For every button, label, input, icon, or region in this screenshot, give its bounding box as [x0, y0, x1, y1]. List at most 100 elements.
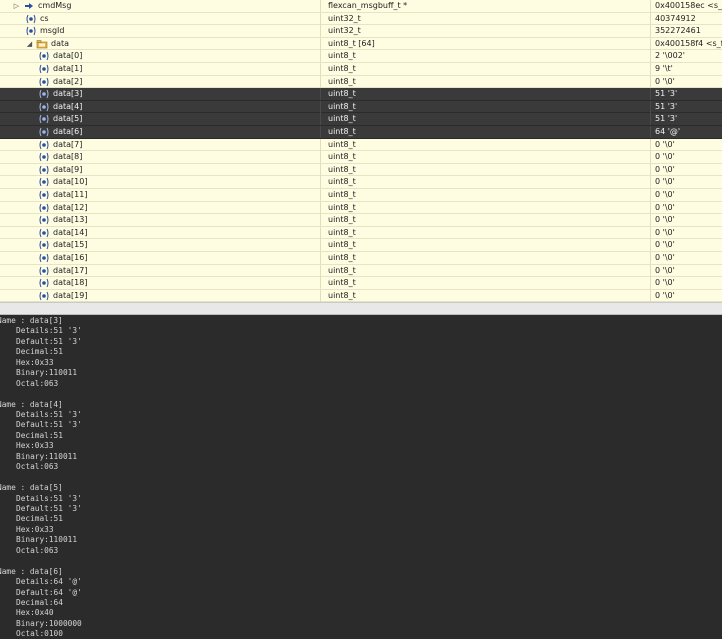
value-cell[interactable]: 51 '3': [650, 88, 722, 101]
name-group: data[10]: [38, 176, 87, 188]
variable-row[interactable]: data[18] uint8_t 0 '\0': [0, 277, 722, 290]
detail-line: Hex:0x40: [16, 608, 54, 618]
value-cell[interactable]: 9 '\t': [650, 63, 722, 75]
variable-icon: [38, 51, 50, 61]
variable-icon: [38, 152, 50, 162]
value-cell[interactable]: 0 '\0': [650, 189, 722, 201]
value-cell[interactable]: 0 '\0': [650, 163, 722, 176]
detail-line: Binary:110011: [16, 368, 78, 378]
value-cell[interactable]: 0 '\0': [650, 264, 722, 277]
variable-row[interactable]: ▷ cmdMsg flexcan_msgbuff_t * 0x400158ec <s_…: [0, 0, 722, 13]
name-group: data[14]: [38, 227, 87, 239]
value-cell[interactable]: 40374912: [650, 12, 722, 25]
variable-row[interactable]: data[19] uint8_t 0 '\0': [0, 289, 722, 302]
name-cell: ◢ data: [0, 38, 320, 50]
detail-block: Name : data[6] Details:64 '@' Default:64 '…: [0, 567, 722, 639]
name-group: ◢ data: [25, 38, 69, 50]
details-console[interactable]: Name : data[3] Details:51 '3' Default:51 '…: [0, 315, 722, 639]
variable-name: data[0]: [53, 51, 83, 61]
variable-row[interactable]: data[12] uint8_t 0 '\0': [0, 201, 722, 215]
expand-arrow-icon[interactable]: ▷: [12, 0, 21, 12]
type-cell: uint8_t: [320, 88, 650, 101]
name-group: data[9]: [38, 164, 82, 176]
name-cell: data[2]: [0, 76, 320, 88]
name-cell: data[9]: [0, 164, 320, 176]
value-cell[interactable]: 0 '\0': [650, 239, 722, 252]
variable-row[interactable]: msgId uint32_t 352272461: [0, 25, 722, 38]
type-cell: uint8_t: [320, 163, 650, 176]
name-cell: ▷ cmdMsg: [0, 0, 320, 12]
variable-row[interactable]: data[5] uint8_t 51 '3': [0, 113, 722, 126]
variable-row[interactable]: data[7] uint8_t 0 '\0': [0, 138, 722, 152]
variable-icon: [38, 114, 50, 124]
variable-icon: [38, 253, 50, 263]
variable-row[interactable]: cs uint32_t 40374912: [0, 12, 722, 26]
value-cell[interactable]: 0x400158ec <s_fle: [650, 0, 722, 12]
name-cell: data[18]: [0, 277, 320, 289]
collapse-arrow-icon[interactable]: ◢: [25, 38, 34, 50]
name-group: data[1]: [38, 63, 82, 75]
type-cell: uint8_t: [320, 214, 650, 227]
variable-row[interactable]: data[10] uint8_t 0 '\0': [0, 176, 722, 189]
detail-line: Binary:110011: [16, 535, 78, 545]
value-cell[interactable]: 0 '\0': [650, 277, 722, 290]
variable-row[interactable]: data[0] uint8_t 2 '\002': [0, 50, 722, 63]
detail-line: Decimal:64: [16, 598, 63, 607]
value-cell[interactable]: 352272461: [650, 25, 722, 38]
value-cell[interactable]: 64 '@': [650, 126, 722, 138]
detail-line: Decimal:51: [16, 514, 63, 524]
detail-line: Octal:0100: [16, 629, 63, 639]
variable-name: data[15]: [53, 240, 88, 250]
panel-splitter[interactable]: [0, 302, 722, 315]
detail-line: Details:51 '3': [16, 410, 82, 419]
variable-row[interactable]: data[13] uint8_t 0 '\0': [0, 214, 722, 227]
variable-row[interactable]: data[14] uint8_t 0 '\0': [0, 226, 722, 240]
variable-row[interactable]: data[9] uint8_t 0 '\0': [0, 163, 722, 177]
type-cell: flexcan_msgbuff_t *: [320, 0, 650, 12]
variable-row[interactable]: data[17] uint8_t 0 '\0': [0, 264, 722, 278]
value-cell[interactable]: 0 '\0': [650, 201, 722, 214]
type-cell: uint32_t: [320, 25, 650, 38]
value-cell[interactable]: 0 '\0': [650, 252, 722, 264]
variable-name: data[2]: [53, 76, 83, 86]
variable-row[interactable]: data[3] uint8_t 51 '3': [0, 88, 722, 101]
value-cell[interactable]: 0 '\0': [650, 138, 722, 151]
name-cell: msgId: [0, 25, 320, 37]
value-cell[interactable]: 0 '\0': [650, 151, 722, 164]
variable-row[interactable]: data[1] uint8_t 9 '\t': [0, 63, 722, 76]
variable-icon: [38, 291, 50, 301]
variable-row[interactable]: data[11] uint8_t 0 '\0': [0, 189, 722, 202]
variable-row[interactable]: data[8] uint8_t 0 '\0': [0, 151, 722, 164]
variable-row[interactable]: ◢ data uint8_t [64]0x400158f4 <s_flex: [0, 37, 722, 51]
value-cell[interactable]: 0x400158f4 <s_flex: [650, 37, 722, 50]
name-cell: data[17]: [0, 265, 320, 277]
variable-row[interactable]: data[15] uint8_t 0 '\0': [0, 239, 722, 252]
name-group: msgId: [25, 25, 64, 37]
variable-row[interactable]: data[4] uint8_t 51 '3': [0, 100, 722, 114]
value-cell[interactable]: 0 '\0': [650, 226, 722, 239]
value-cell[interactable]: 0 '\0': [650, 176, 722, 189]
variable-name: data[17]: [53, 265, 88, 275]
name-group: data[13]: [38, 214, 87, 226]
value-cell[interactable]: 2 '\002': [650, 50, 722, 63]
name-group: data[16]: [38, 252, 87, 264]
variable-name: data[6]: [53, 127, 83, 136]
type-cell: uint8_t: [320, 176, 650, 189]
value-cell[interactable]: 51 '3': [650, 100, 722, 113]
value-cell[interactable]: 51 '3': [650, 113, 722, 126]
variable-row[interactable]: data[2] uint8_t 0 '\0': [0, 75, 722, 89]
variables-table: ▷ cmdMsg flexcan_msgbuff_t * 0x400158ec <s_…: [0, 0, 722, 302]
variable-row[interactable]: data[6] uint8_t 64 '@': [0, 126, 722, 139]
name-group: data[5]: [38, 113, 82, 125]
value-cell[interactable]: 0 '\0': [650, 289, 722, 302]
detail-line: Default:51 '3': [16, 336, 82, 346]
name-group: data[19]: [38, 290, 87, 302]
detail-line: Default:51 '3': [16, 420, 82, 430]
variable-row[interactable]: data[16] uint8_t 0 '\0': [0, 252, 722, 265]
variable-name: data[12]: [53, 202, 88, 212]
value-cell[interactable]: 0 '\0': [650, 214, 722, 227]
value-cell[interactable]: 0 '\0': [650, 75, 722, 88]
variable-icon: [38, 190, 50, 200]
detail-line: Details:64 '@': [16, 577, 82, 587]
type-cell: uint8_t: [320, 113, 650, 126]
